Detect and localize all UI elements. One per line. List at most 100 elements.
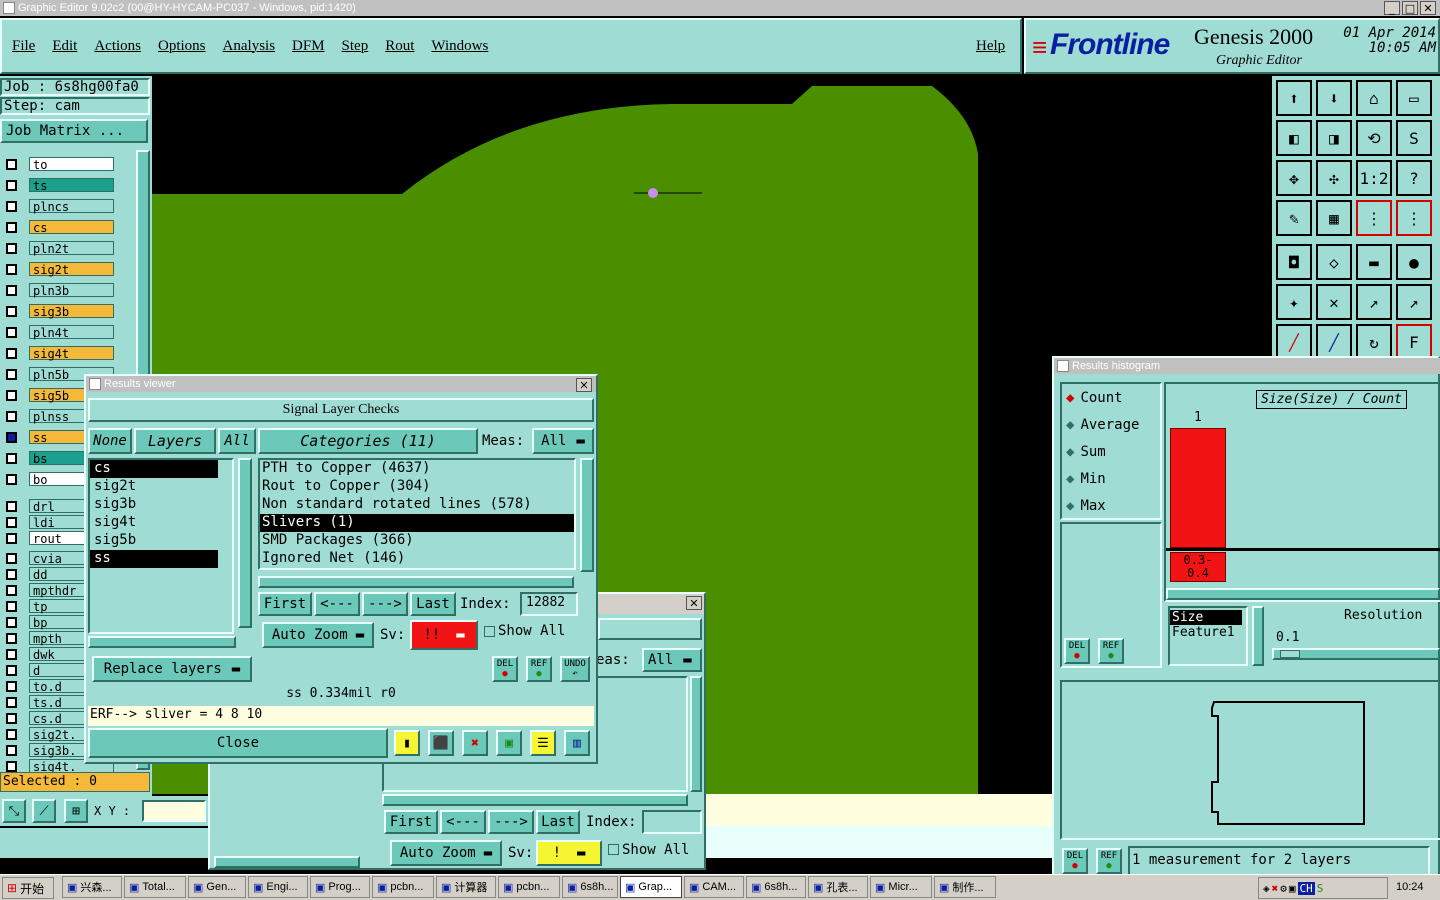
category-item[interactable]: SMD Packages (366): [260, 532, 574, 550]
layer-checkbox[interactable]: [6, 760, 17, 772]
mode-radio[interactable]: ◆: [1066, 498, 1074, 514]
ref-button[interactable]: REF ●: [526, 656, 552, 682]
category-item[interactable]: Slivers (1): [260, 514, 574, 532]
export-icon[interactable]: ⬛: [428, 730, 454, 756]
layer-checkbox[interactable]: [6, 368, 17, 380]
layer-checkbox[interactable]: [6, 680, 17, 692]
layer-checkbox[interactable]: [6, 516, 17, 528]
autozoom-select[interactable]: Auto Zoom ▬: [262, 622, 374, 648]
prev-button[interactable]: <---: [314, 592, 360, 616]
net-b-icon[interactable]: ⋮: [1396, 200, 1432, 236]
back-first-button[interactable]: First: [384, 810, 438, 834]
back-left-hscroll[interactable]: [214, 856, 360, 868]
back-show-all-checkbox[interactable]: [608, 844, 619, 855]
zoom-center-icon[interactable]: ✣: [1316, 160, 1352, 196]
layer-checkbox[interactable]: [6, 500, 17, 512]
zoom-fit-icon[interactable]: ⤡: [2, 799, 26, 823]
mode-option[interactable]: ◆ Sum: [1062, 438, 1160, 465]
histogram-hscroll[interactable]: [1166, 588, 1440, 600]
layer-checkbox[interactable]: [6, 712, 17, 724]
taskbar-item[interactable]: ▣ 孔表...: [808, 876, 868, 898]
meas-select[interactable]: All ▬: [532, 428, 594, 454]
menu-rout[interactable]: Rout: [385, 38, 414, 55]
back-hscrollbar[interactable]: [382, 794, 688, 806]
back-next-button[interactable]: --->: [488, 810, 534, 834]
tray-icon-4[interactable]: ▣: [1289, 882, 1296, 895]
taskbar-item[interactable]: ▣ Engi...: [248, 876, 308, 898]
layer-name[interactable]: to: [29, 157, 114, 172]
pan-right-icon[interactable]: ◨: [1316, 120, 1352, 156]
toggle-icon[interactable]: ▣: [496, 730, 522, 756]
menu-analysis[interactable]: Analysis: [223, 38, 276, 55]
mode-radio[interactable]: ◆: [1066, 471, 1074, 487]
category-item[interactable]: Ignored Net (146): [260, 550, 574, 568]
layers-none-button[interactable]: None: [88, 428, 132, 454]
close-window-button[interactable]: ✕: [1420, 1, 1436, 15]
category-scrollbar[interactable]: [580, 458, 594, 572]
category-item[interactable]: PTH to Copper (4637): [260, 460, 574, 478]
taskbar-item[interactable]: ▣ 计算器: [436, 876, 496, 898]
xy-input[interactable]: [142, 800, 206, 822]
report-icon[interactable]: ▮: [394, 730, 420, 756]
category-item[interactable]: Non standard rotated lines (578): [260, 496, 574, 514]
menu-file[interactable]: File: [12, 38, 35, 55]
draw-line-icon[interactable]: ╱: [1276, 324, 1312, 360]
results-viewer-close[interactable]: ✕: [576, 378, 592, 392]
layer-checkbox[interactable]: [6, 389, 17, 401]
select-all-icon[interactable]: ◘: [1276, 244, 1312, 280]
layer-checkbox[interactable]: [6, 326, 17, 338]
del-button[interactable]: DEL ●: [492, 656, 518, 682]
taskbar-item[interactable]: ▣ 6s8h...: [562, 876, 618, 898]
layer-name[interactable]: cs: [29, 220, 114, 235]
layer-name[interactable]: plncs: [29, 199, 114, 214]
histogram-icon[interactable]: ▥: [564, 730, 590, 756]
layer-checkbox[interactable]: [6, 263, 17, 275]
mode-radio[interactable]: ◆: [1066, 444, 1074, 460]
layer-checkbox[interactable]: [6, 473, 17, 485]
sliver-marker[interactable]: [648, 188, 658, 198]
job-matrix-button[interactable]: Job Matrix ...: [0, 119, 148, 143]
layers-toggle-button[interactable]: Layers: [134, 428, 216, 454]
fit-all-icon[interactable]: ✥: [1276, 160, 1312, 196]
layer-checkbox[interactable]: [6, 648, 17, 660]
layer-checkbox[interactable]: [6, 242, 17, 254]
back-index-input[interactable]: [642, 810, 702, 834]
tray-icon-3[interactable]: ⚙: [1280, 882, 1287, 895]
preview-del-button[interactable]: DEL ●: [1062, 848, 1088, 874]
mode-option[interactable]: ◆ Average: [1062, 411, 1160, 438]
grid-icon[interactable]: ⊞: [64, 799, 88, 823]
tray-icon-1[interactable]: ◈: [1263, 882, 1270, 895]
layer-checkbox[interactable]: [6, 744, 17, 756]
font-icon[interactable]: F: [1396, 324, 1432, 360]
categories-button[interactable]: Categories (11): [258, 428, 478, 454]
sv-select[interactable]: !! ▬: [410, 620, 478, 650]
ruler-icon[interactable]: ▬: [1356, 244, 1392, 280]
mode-radio[interactable]: ◆: [1066, 417, 1074, 433]
layer-checkbox[interactable]: [6, 452, 17, 464]
close-button[interactable]: Close: [88, 728, 388, 758]
layer-row[interactable]: sig2t: [0, 261, 122, 277]
preview-ref-button[interactable]: REF ●: [1096, 848, 1122, 874]
taskbar-item[interactable]: ▣ Grap...: [620, 876, 682, 898]
help-tool-icon[interactable]: ?: [1396, 160, 1432, 196]
back-list-scrollbar[interactable]: [690, 676, 702, 792]
layer-row[interactable]: cs: [0, 219, 122, 235]
taskbar-item[interactable]: ▣ Micr...: [870, 876, 932, 898]
pan-left-icon[interactable]: ◧: [1276, 120, 1312, 156]
move-up-icon[interactable]: ⬆: [1276, 80, 1312, 116]
menu-step[interactable]: Step: [342, 38, 369, 55]
layer-checkbox[interactable]: [6, 616, 17, 628]
start-button[interactable]: ⊞ 开始: [2, 877, 54, 899]
replace-layers-select[interactable]: Replace layers ▬: [92, 656, 252, 682]
back-prev-button[interactable]: <---: [440, 810, 486, 834]
layer-row[interactable]: pln4t: [0, 324, 122, 340]
undo-button[interactable]: UNDO ↶: [560, 656, 590, 682]
layer-checkbox[interactable]: [6, 632, 17, 644]
layer-row[interactable]: pln2t: [0, 240, 122, 256]
layer-checkbox[interactable]: [6, 552, 17, 564]
back-autozoom-select[interactable]: Auto Zoom ▬: [390, 840, 502, 866]
menu-windows[interactable]: Windows: [431, 38, 488, 55]
layer-checkbox[interactable]: [6, 347, 17, 359]
layer-row[interactable]: plncs: [0, 198, 122, 214]
layer-checkbox[interactable]: [6, 431, 17, 443]
